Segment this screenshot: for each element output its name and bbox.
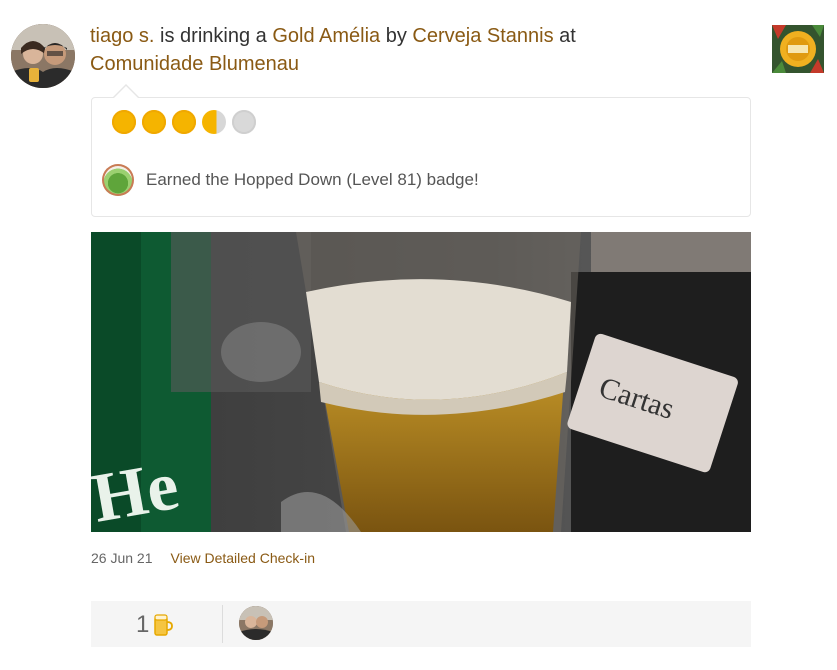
rating-cap-empty-icon <box>232 110 256 134</box>
svg-text:He: He <box>91 447 184 532</box>
badge-row[interactable]: Earned the Hopped Down (Level 81) badge! <box>102 164 479 196</box>
beer-label-thumbnail[interactable] <box>772 25 824 73</box>
venue-link[interactable]: Comunidade Blumenau <box>90 53 299 75</box>
beer-link[interactable]: Gold Amélia <box>272 25 380 47</box>
rating-cap-icon <box>142 110 166 134</box>
rating-cap-icon <box>112 110 136 134</box>
toast-bar: 1 <box>91 601 751 647</box>
by-text: by <box>385 25 407 47</box>
toast-button[interactable]: 1 <box>136 611 174 639</box>
badge-hopped-down-icon <box>102 164 134 196</box>
view-detailed-checkin-link[interactable]: View Detailed Check-in <box>171 550 315 566</box>
user-link[interactable]: tiago s. <box>90 25 154 47</box>
beer-mug-icon <box>154 614 174 636</box>
toast-count: 1 <box>136 611 150 638</box>
at-text: at <box>559 25 576 47</box>
checkin-meta: 26 Jun 21 View Detailed Check-in <box>91 550 315 566</box>
user-avatar[interactable] <box>11 24 75 88</box>
card-pointer-inner <box>113 86 139 99</box>
checkin-date: 26 Jun 21 <box>91 550 153 566</box>
rating-cap-icon <box>172 110 196 134</box>
rating-cap-half-icon <box>202 110 226 134</box>
verb-text: is drinking a <box>160 25 267 47</box>
checkin-photo[interactable]: He Cartas <box>91 232 751 532</box>
rating-caps <box>112 110 256 134</box>
badge-text: Earned the Hopped Down (Level 81) badge! <box>146 170 479 189</box>
checkin-card: Earned the Hopped Down (Level 81) badge! <box>91 97 751 217</box>
brewery-link[interactable]: Cerveja Stannis <box>412 25 553 47</box>
checkin-headline: tiago s. is drinking a Gold Amélia by Ce… <box>90 22 750 78</box>
toaster-avatar[interactable] <box>239 606 273 640</box>
toast-divider <box>222 605 223 643</box>
